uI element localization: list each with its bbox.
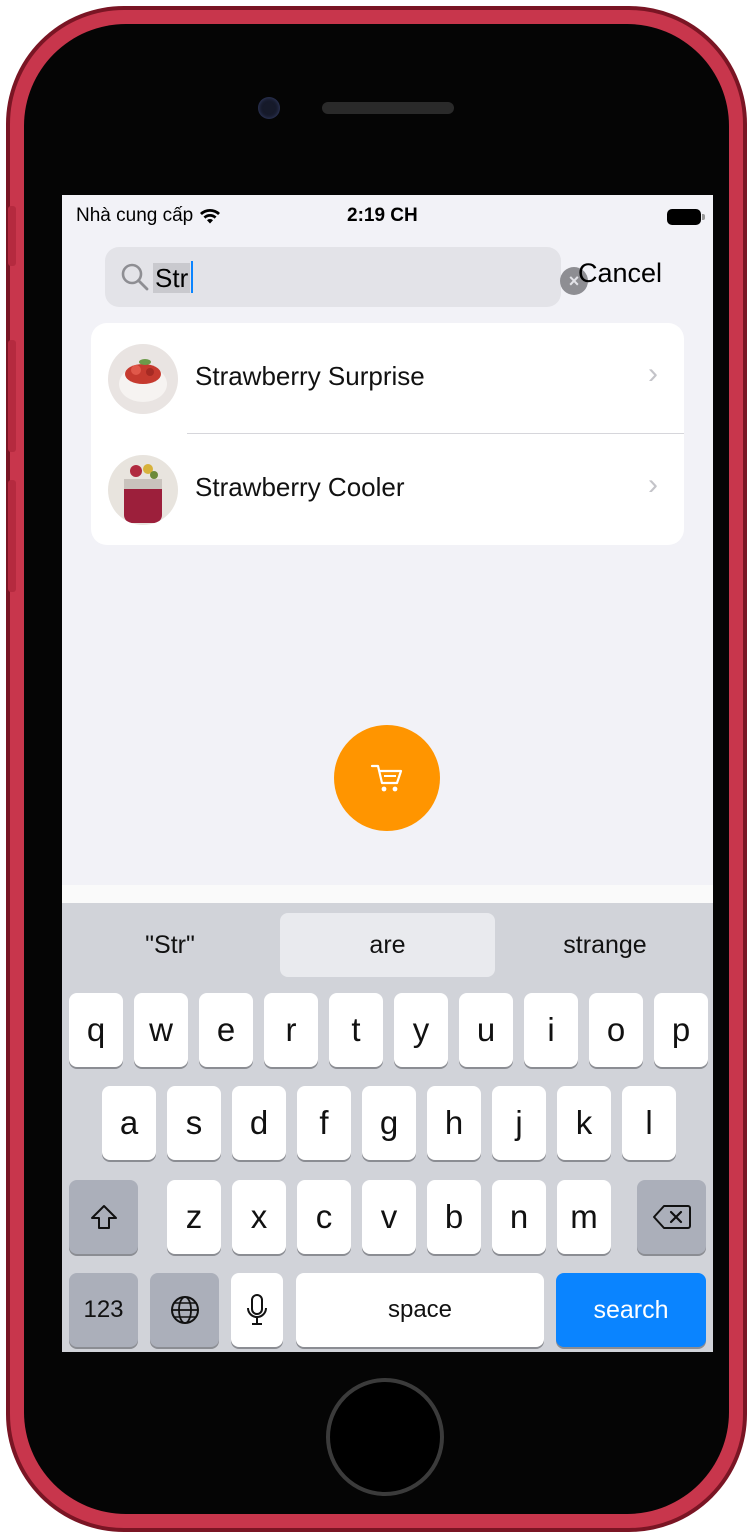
drink-thumbnail [108, 344, 178, 414]
key-q[interactable]: q [69, 993, 123, 1067]
mute-switch [8, 206, 16, 266]
result-title: Strawberry Surprise [195, 361, 425, 391]
key-j[interactable]: j [492, 1086, 546, 1160]
earpiece-speaker [322, 102, 454, 114]
key-d[interactable]: d [232, 1086, 286, 1160]
search-query-wrap: Str [153, 261, 194, 294]
list-item[interactable]: Strawberry Cooler › [91, 434, 684, 545]
key-m[interactable]: m [557, 1180, 611, 1254]
suggestion-middle[interactable]: are [280, 913, 495, 977]
key-i[interactable]: i [524, 993, 578, 1067]
key-z[interactable]: z [167, 1180, 221, 1254]
text-caret [191, 261, 194, 293]
key-a[interactable]: a [102, 1086, 156, 1160]
cart-button[interactable] [334, 725, 440, 831]
microphone-icon [247, 1294, 267, 1325]
carrier-label: Nhà cung cấp [76, 205, 194, 226]
search-bar: Str × Cancel [62, 245, 713, 309]
key-x[interactable]: x [232, 1180, 286, 1254]
key-t[interactable]: t [329, 993, 383, 1067]
space-key[interactable]: space [296, 1273, 544, 1347]
cancel-button[interactable]: Cancel [578, 258, 662, 289]
delete-key[interactable] [637, 1180, 706, 1254]
key-n[interactable]: n [492, 1180, 546, 1254]
search-input[interactable]: Str × [105, 247, 588, 307]
battery-icon [667, 209, 701, 225]
list-item[interactable]: Strawberry Surprise › [91, 323, 684, 434]
search-icon [121, 263, 149, 291]
suggestion-right[interactable]: strange [497, 913, 713, 977]
key-w[interactable]: w [134, 993, 188, 1067]
search-key[interactable]: search [556, 1273, 706, 1347]
backspace-icon [652, 1205, 691, 1229]
key-y[interactable]: y [394, 993, 448, 1067]
carrier: Nhà cung cấp [76, 205, 221, 227]
key-b[interactable]: b [427, 1180, 481, 1254]
key-o[interactable]: o [589, 993, 643, 1067]
chevron-right-icon: › [648, 357, 658, 390]
key-e[interactable]: e [199, 993, 253, 1067]
key-c[interactable]: c [297, 1180, 351, 1254]
volume-up-button [8, 340, 16, 452]
globe-key[interactable] [150, 1273, 219, 1347]
key-l[interactable]: l [622, 1086, 676, 1160]
key-h[interactable]: h [427, 1086, 481, 1160]
key-s[interactable]: s [167, 1086, 221, 1160]
key-f[interactable]: f [297, 1086, 351, 1160]
key-p[interactable]: p [654, 993, 708, 1067]
search-query-text: Str [153, 263, 191, 293]
key-k[interactable]: k [557, 1086, 611, 1160]
keyboard: "Str" are strange qwertyuiop asdfghjkl z… [62, 903, 713, 1352]
drink-thumbnail [108, 455, 178, 525]
key-r[interactable]: r [264, 993, 318, 1067]
chevron-right-icon: › [648, 468, 658, 501]
screen: Nhà cung cấp 2:19 CH Str × Cancel Strawb… [62, 195, 713, 1352]
numbers-key[interactable]: 123 [69, 1273, 138, 1347]
suggestion-literal[interactable]: "Str" [62, 913, 278, 977]
key-g[interactable]: g [362, 1086, 416, 1160]
wifi-icon [200, 208, 221, 223]
status-bar: Nhà cung cấp 2:19 CH [62, 195, 713, 239]
dictation-key[interactable] [231, 1273, 283, 1347]
result-title: Strawberry Cooler [195, 472, 405, 502]
volume-down-button [8, 480, 16, 592]
keyboard-top-strip [62, 885, 713, 903]
globe-icon [170, 1296, 199, 1324]
search-results-list: Strawberry Surprise › Strawberry Cooler … [91, 323, 684, 545]
status-time: 2:19 CH [347, 205, 418, 226]
cart-icon [370, 764, 403, 792]
front-camera [258, 97, 280, 119]
key-u[interactable]: u [459, 993, 513, 1067]
home-button[interactable] [326, 1378, 444, 1496]
shift-icon [90, 1205, 117, 1229]
battery-tip [702, 214, 705, 220]
shift-key[interactable] [69, 1180, 138, 1254]
key-v[interactable]: v [362, 1180, 416, 1254]
